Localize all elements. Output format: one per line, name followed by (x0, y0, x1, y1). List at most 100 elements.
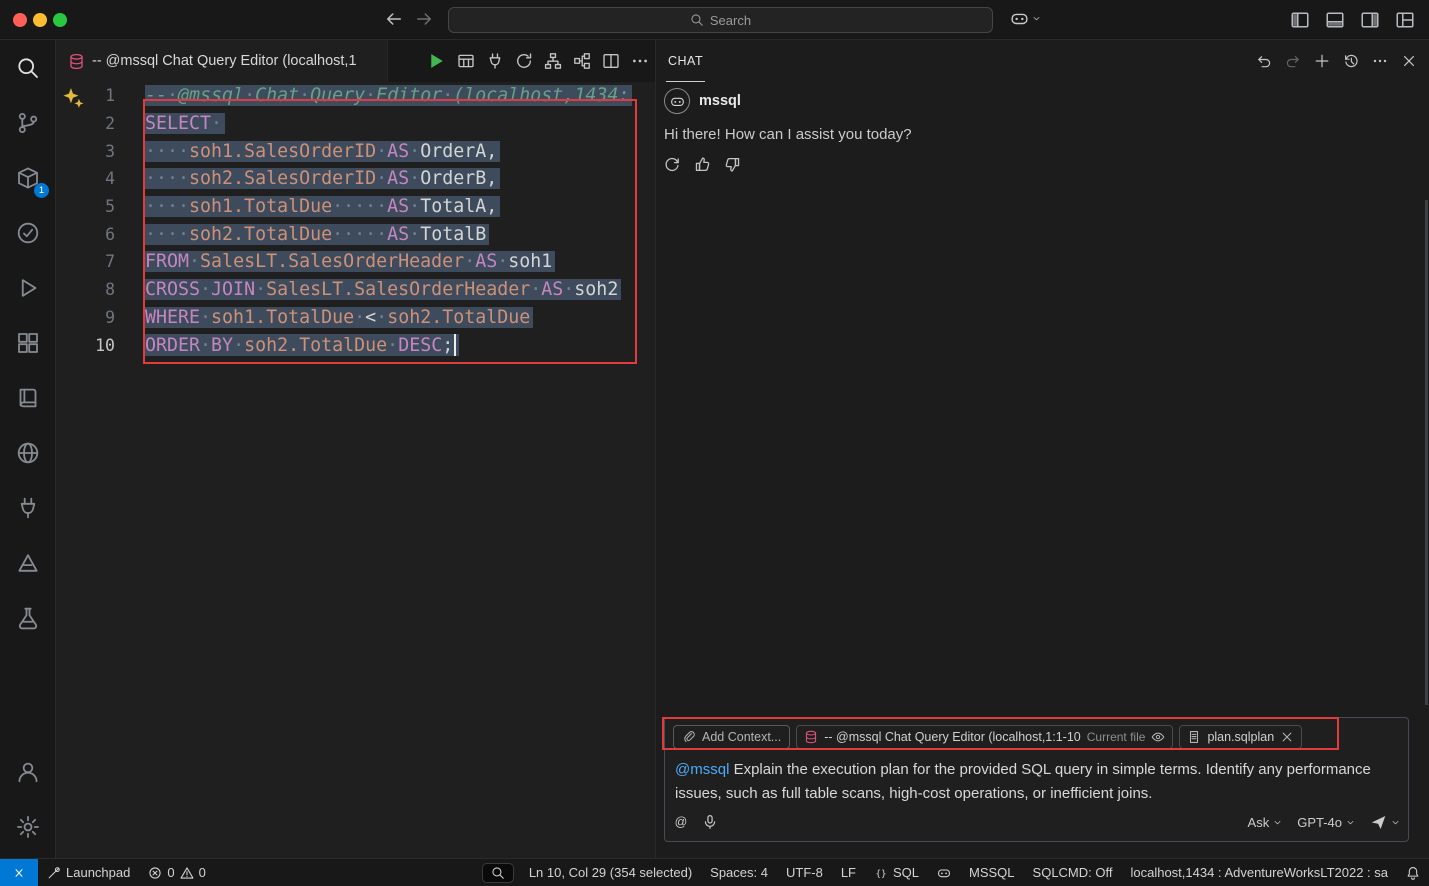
activity-item-remote-explorer[interactable] (0, 480, 56, 535)
code-line-9[interactable]: 9WHERE·soh1.TotalDue·<·soh2.TotalDue (56, 304, 655, 332)
selected-text: ····soh2.SalesOrderID·AS·OrderB, (145, 168, 500, 189)
split-editor-button[interactable] (602, 52, 620, 70)
activity-item-run-and-debug[interactable] (0, 260, 56, 315)
close-panel-button[interactable] (1401, 53, 1417, 69)
status-cursor-position[interactable]: Ln 10, Col 29 (354 selected) (520, 859, 701, 886)
forward-button[interactable] (414, 9, 434, 32)
sparkle-icon[interactable] (62, 86, 84, 108)
run-query-button[interactable] (426, 51, 446, 71)
activity-item-experiments[interactable] (0, 590, 56, 645)
minimize-window-button[interactable] (33, 13, 47, 27)
status-label: LF (841, 865, 856, 880)
change-connection-button[interactable] (515, 52, 533, 70)
message-author: mssql (699, 93, 741, 109)
status-eol[interactable]: LF (832, 859, 865, 886)
activity-item-workspace[interactable]: 1 (0, 150, 56, 205)
status-copilot-status[interactable] (928, 859, 960, 886)
eye-icon[interactable] (1151, 730, 1165, 744)
connection-button[interactable] (486, 52, 504, 70)
toggle-panel-button[interactable] (1325, 10, 1345, 33)
activity-item-settings[interactable] (0, 799, 56, 854)
status-notifications[interactable] (1397, 859, 1429, 886)
code-line-5[interactable]: 5····soh1.TotalDue·····AS·TotalA, (56, 193, 655, 221)
code-editor[interactable]: 1--·@mssql·Chat·Query·Editor·(localhost,… (56, 82, 655, 858)
mention-chip: @mssql (675, 761, 729, 778)
close-icon[interactable] (1280, 730, 1294, 744)
selected-text: ····soh1.TotalDue·····AS·TotalA, (145, 196, 500, 217)
customize-layout-button[interactable] (1395, 10, 1415, 33)
code-line-7[interactable]: 7FROM·SalesLT.SalesOrderHeader·AS·soh1 (56, 248, 655, 276)
status-problems[interactable]: 00 (139, 859, 214, 886)
activity-item-testing[interactable] (0, 205, 56, 260)
context-chip-plan-sqlplan[interactable]: plan.sqlplan (1179, 725, 1302, 749)
redo-icon (1285, 53, 1301, 69)
plug-icon (486, 52, 504, 70)
search-icon (690, 13, 704, 27)
status-zoom-indicator[interactable] (482, 863, 514, 883)
status-label: Spaces: 4 (710, 865, 768, 880)
tab-chat[interactable]: CHAT (666, 40, 705, 82)
vote-up-button[interactable] (694, 156, 711, 173)
status-label: SQLCMD: Off (1033, 865, 1113, 880)
activity-item-source-control[interactable] (0, 95, 56, 150)
redo-button[interactable] (1285, 53, 1301, 69)
line-number: 6 (56, 225, 115, 244)
back-button[interactable] (384, 9, 404, 32)
add-context-button[interactable]: Add Context... (673, 725, 790, 749)
chat-scrollbar[interactable] (1425, 200, 1428, 705)
query-plan-button[interactable] (573, 52, 591, 70)
close-window-button[interactable] (13, 13, 27, 27)
table-icon (457, 52, 475, 70)
status-bar: Launchpad00 Ln 10, Col 29 (354 selected)… (0, 858, 1429, 886)
undo-icon (1256, 53, 1272, 69)
vote-down-button[interactable] (724, 156, 741, 173)
add-mention-button[interactable]: @ (673, 814, 689, 830)
code-line-3[interactable]: 3····soh1.SalesOrderID·AS·OrderA, (56, 137, 655, 165)
schema-designer-button[interactable] (544, 52, 562, 70)
copilot-menu-button[interactable] (1010, 9, 1041, 28)
more-actions-button[interactable] (631, 52, 649, 70)
activity-item-notebooks[interactable] (0, 370, 56, 425)
code-line-1[interactable]: 1--·@mssql·Chat·Query·Editor·(localhost,… (56, 82, 655, 110)
status-launchpad[interactable]: Launchpad (38, 859, 139, 886)
editor-tab[interactable]: -- @mssql Chat Query Editor (localhost,1 (56, 40, 388, 82)
status-language-mode[interactable]: {}SQL (865, 859, 928, 886)
status-mssql-status[interactable]: MSSQL (960, 859, 1024, 886)
voice-input-button[interactable] (702, 814, 718, 830)
status-connection[interactable]: localhost,1434 : AdventureWorksLT2022 : … (1121, 859, 1397, 886)
status-label: localhost,1434 : AdventureWorksLT2022 : … (1130, 865, 1388, 880)
status-indentation[interactable]: Spaces: 4 (701, 859, 777, 886)
code-line-10[interactable]: 10ORDER·BY·soh2.TotalDue·DESC; (56, 331, 655, 359)
toggle-secondary-sidebar-button[interactable] (1360, 10, 1380, 33)
chat-prompt-input[interactable]: @mssql Explain the execution plan for th… (673, 750, 1373, 809)
status-encoding[interactable]: UTF-8 (777, 859, 832, 886)
source-control-icon (16, 111, 40, 135)
model-picker[interactable]: GPT-4o (1297, 815, 1355, 830)
status-remote-indicator[interactable] (0, 859, 38, 886)
code-line-6[interactable]: 6····soh2.TotalDue·····AS·TotalB (56, 220, 655, 248)
toggle-primary-sidebar-button[interactable] (1290, 10, 1310, 33)
activity-item-github[interactable] (0, 425, 56, 480)
activity-item-azure[interactable] (0, 535, 56, 590)
send-button[interactable] (1370, 814, 1400, 831)
more-icon (631, 52, 649, 70)
status-label: 0 (167, 865, 174, 880)
more-actions-button[interactable] (1372, 53, 1388, 69)
code-line-8[interactable]: 8CROSS·JOIN·SalesLT.SalesOrderHeader·AS·… (56, 276, 655, 304)
context-chip-current-file[interactable]: -- @mssql Chat Query Editor (localhost,1… (796, 725, 1173, 749)
status-sqlcmd[interactable]: SQLCMD: Off (1024, 859, 1122, 886)
undo-button[interactable] (1256, 53, 1272, 69)
command-center-search[interactable]: Search (448, 7, 993, 33)
mode-picker-ask[interactable]: Ask (1248, 815, 1283, 830)
activity-item-search[interactable] (0, 40, 56, 95)
activity-item-extensions[interactable] (0, 315, 56, 370)
zoom-window-button[interactable] (53, 13, 67, 27)
results-grid-button[interactable] (457, 52, 475, 70)
activity-item-accounts[interactable] (0, 744, 56, 799)
new-chat-button[interactable] (1314, 53, 1330, 69)
chat-history-button[interactable] (1343, 53, 1359, 69)
code-line-4[interactable]: 4····soh2.SalesOrderID·AS·OrderB, (56, 165, 655, 193)
regenerate-button[interactable] (664, 156, 681, 173)
code-line-2[interactable]: 2SELECT· (56, 110, 655, 138)
window-controls (13, 13, 67, 27)
